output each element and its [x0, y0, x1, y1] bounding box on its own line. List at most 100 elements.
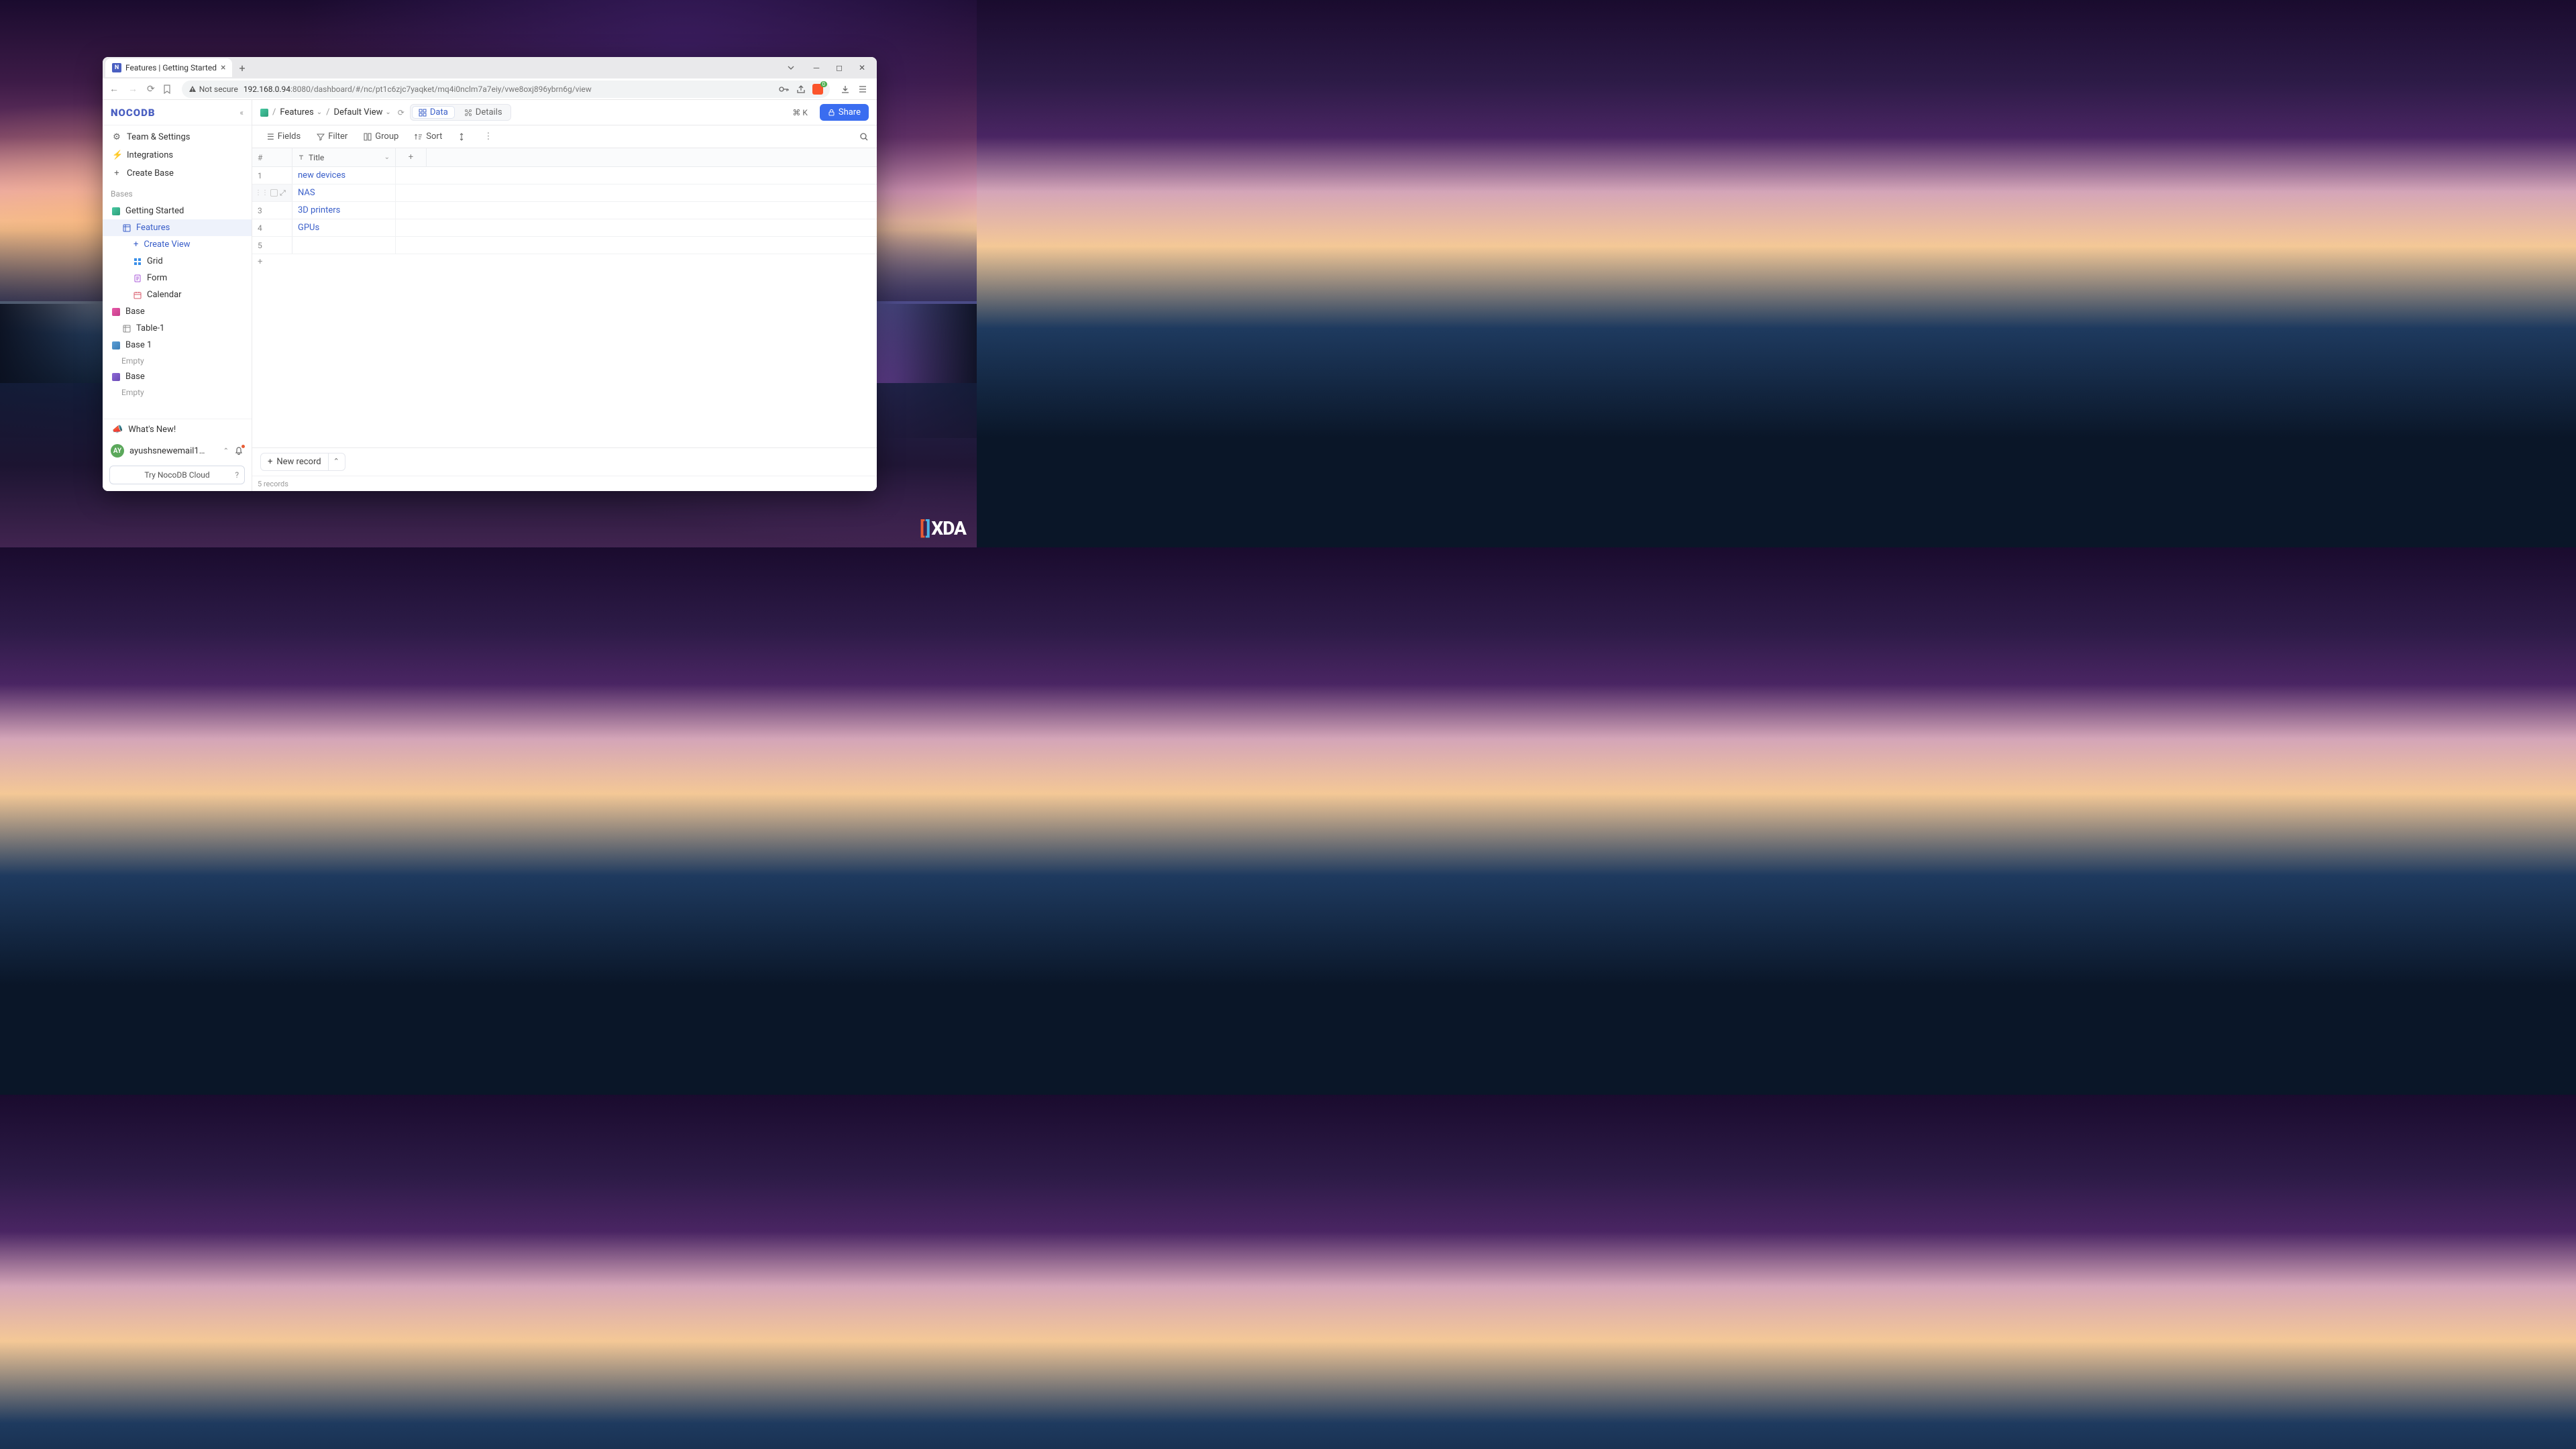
table-row[interactable]: 1 new devices — [252, 167, 877, 184]
base-icon — [260, 109, 268, 117]
bottom-bar: + New record ⌃ — [252, 447, 877, 476]
row-checkbox[interactable] — [270, 189, 278, 197]
sort-button[interactable]: Sort — [408, 129, 449, 144]
base-icon — [112, 341, 120, 350]
base-getting-started[interactable]: Getting Started — [103, 203, 252, 219]
reload-button[interactable]: ⟳ — [146, 84, 156, 95]
refresh-button[interactable]: ⟳ — [398, 108, 405, 117]
row-height-button[interactable] — [451, 130, 472, 144]
bookmark-button[interactable] — [163, 85, 171, 94]
table-row[interactable]: ⋮⋮ ⤢ NAS — [252, 184, 877, 202]
collapse-sidebar-icon[interactable]: « — [239, 108, 244, 117]
menu-icon[interactable] — [858, 85, 867, 94]
list-icon: ☰ — [267, 132, 274, 142]
create-view-button[interactable]: + Create View — [103, 236, 252, 253]
text-icon — [298, 154, 305, 161]
back-button[interactable]: ← — [108, 83, 120, 95]
table-row[interactable]: 4 GPUs — [252, 219, 877, 237]
expand-row-icon[interactable]: ⤢ — [280, 189, 286, 198]
title-cell[interactable]: 3D printers — [292, 202, 396, 219]
new-record-button[interactable]: + New record — [260, 453, 329, 471]
integrations-link[interactable]: ⚡ Integrations — [103, 146, 252, 164]
base-icon — [112, 373, 120, 381]
table-icon — [123, 224, 131, 232]
team-settings-link[interactable]: ⚙ Team & Settings — [103, 128, 252, 146]
security-label: Not secure — [199, 85, 238, 94]
new-record-dropdown[interactable]: ⌃ — [328, 453, 345, 471]
user-name: ayushsnewemail1… — [129, 446, 218, 456]
tab-strip: N Features | Getting Started × + ─ ◻ ✕ — [103, 57, 877, 78]
base-icon — [112, 207, 120, 215]
base-label: Base — [125, 372, 145, 382]
search-button[interactable] — [859, 132, 869, 142]
forward-button[interactable]: → — [127, 83, 139, 95]
nocodb-logo: NOCODB — [111, 107, 155, 119]
row-height-icon — [458, 133, 465, 141]
breadcrumb-table[interactable]: Features ⌄ — [280, 107, 322, 117]
view-mode-toggle: Data Details — [410, 104, 511, 121]
tab-search-icon[interactable] — [787, 64, 800, 72]
sidebar: NOCODB « ⚙ Team & Settings ⚡ Integration… — [103, 100, 252, 491]
row-number: 1 — [258, 171, 264, 180]
try-cloud-button[interactable]: Try NocoDB Cloud ? — [109, 466, 245, 484]
minimize-button[interactable]: ─ — [810, 63, 823, 72]
title-column-header[interactable]: Title ⌄ — [292, 148, 396, 166]
more-button[interactable]: ⋮ — [477, 129, 499, 144]
base-base-1[interactable]: Base 1 — [103, 337, 252, 354]
table-row[interactable]: 3 3D printers — [252, 202, 877, 219]
brave-shield-icon[interactable]: 0 — [812, 84, 823, 95]
new-tab-button[interactable]: + — [233, 59, 250, 77]
fields-button[interactable]: ☰ Fields — [260, 129, 307, 144]
chevron-down-icon[interactable]: ⌄ — [384, 154, 390, 161]
view-form[interactable]: Form — [103, 270, 252, 286]
grid-header: # Title ⌄ + — [252, 148, 877, 167]
group-button[interactable]: Group — [357, 129, 405, 144]
topbar: / Features ⌄ / Default View ⌄ ⟳ Da — [252, 100, 877, 125]
data-grid: # Title ⌄ + 1 new devices ⋮⋮ — [252, 148, 877, 447]
user-menu[interactable]: AY ayushsnewemail1… ⌃ — [103, 440, 252, 462]
close-tab-icon[interactable]: × — [221, 62, 225, 73]
data-tab[interactable]: Data — [412, 106, 455, 119]
drag-handle-icon[interactable]: ⋮⋮ — [255, 189, 268, 197]
maximize-button[interactable]: ◻ — [833, 63, 846, 72]
help-icon[interactable]: ? — [235, 470, 239, 480]
security-chip[interactable]: Not secure — [189, 85, 238, 94]
calendar-icon — [133, 291, 142, 299]
grid-icon — [133, 258, 142, 266]
share-icon[interactable] — [796, 85, 806, 94]
table-row[interactable]: 5 — [252, 237, 877, 254]
add-column-button[interactable]: + — [396, 148, 427, 166]
form-icon — [133, 274, 142, 282]
table-table-1[interactable]: Table-1 — [103, 320, 252, 337]
whats-new-link[interactable]: 📣 What's New! — [103, 419, 252, 440]
megaphone-icon: 📣 — [112, 425, 123, 435]
title-cell[interactable] — [292, 237, 396, 254]
command-palette-hint[interactable]: ⌘ K — [792, 108, 808, 117]
details-tab[interactable]: Details — [456, 105, 511, 120]
browser-tab[interactable]: N Features | Getting Started × — [105, 58, 232, 77]
row-number-header: # — [252, 148, 292, 166]
title-cell[interactable]: NAS — [292, 184, 396, 201]
table-features[interactable]: Features — [103, 219, 252, 236]
browser-window: N Features | Getting Started × + ─ ◻ ✕ ←… — [103, 57, 877, 491]
url-host: 192.168.0.94 — [244, 85, 290, 94]
create-base-button[interactable]: + Create Base — [103, 164, 252, 182]
breadcrumb-view[interactable]: Default View ⌄ — [333, 107, 390, 117]
title-cell[interactable]: new devices — [292, 167, 396, 184]
close-window-button[interactable]: ✕ — [855, 63, 869, 72]
view-grid[interactable]: Grid — [103, 253, 252, 270]
share-button[interactable]: Share — [820, 104, 869, 121]
base-label: Base 1 — [125, 340, 152, 350]
key-icon[interactable] — [779, 86, 790, 93]
record-count: 5 records — [258, 480, 288, 488]
notifications-icon[interactable] — [234, 446, 244, 455]
title-cell[interactable]: GPUs — [292, 219, 396, 236]
base-base-purple[interactable]: Base — [103, 368, 252, 385]
base-base-pink[interactable]: Base — [103, 303, 252, 320]
address-bar[interactable]: Not secure 192.168.0.94:8080/dashboard/#… — [182, 80, 830, 98]
filter-button[interactable]: Filter — [310, 129, 354, 144]
download-icon[interactable] — [841, 85, 850, 94]
add-row-button[interactable]: + — [252, 254, 877, 270]
view-calendar[interactable]: Calendar — [103, 286, 252, 303]
url-path: :8080/dashboard/#/nc/pt1c6zjc7yaqket/mq4… — [290, 85, 592, 94]
